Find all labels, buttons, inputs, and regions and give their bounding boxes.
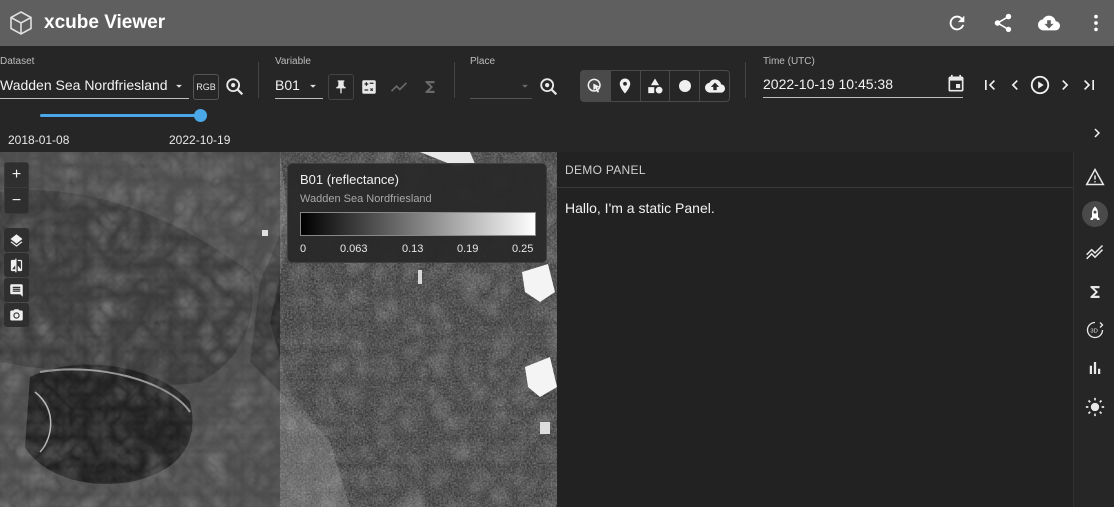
rgb-button[interactable]: RGB bbox=[193, 74, 219, 100]
sidebar-item-timeseries[interactable] bbox=[1082, 240, 1108, 266]
sigma-icon bbox=[1090, 286, 1100, 298]
dataset-label: Dataset bbox=[0, 56, 35, 67]
time-input[interactable]: 2022-10-19 10:45:38 bbox=[763, 76, 893, 92]
control-bar: Dataset Wadden Sea Nordfriesland RGB Var… bbox=[0, 46, 1114, 152]
select-mode-button[interactable] bbox=[581, 71, 611, 101]
variable-label: Variable bbox=[275, 56, 311, 67]
circle-icon bbox=[678, 80, 691, 92]
chevron-down-icon[interactable] bbox=[306, 79, 320, 93]
rocket-icon bbox=[1090, 206, 1100, 220]
pin-icon bbox=[336, 80, 346, 94]
sidebar-item-brightness[interactable] bbox=[1082, 394, 1108, 420]
legend-tick: 0.063 bbox=[340, 243, 368, 255]
sidebar-item-3d[interactable]: 3D bbox=[1082, 317, 1108, 343]
share-icon[interactable] bbox=[992, 12, 1014, 34]
cloud-download-icon[interactable] bbox=[1038, 12, 1060, 34]
colorbar-legend[interactable]: B01 (reflectance) Wadden Sea Nordfriesla… bbox=[287, 163, 547, 263]
info-button[interactable] bbox=[4, 278, 29, 302]
first-step-icon[interactable] bbox=[980, 75, 1000, 95]
legend-subtitle: Wadden Sea Nordfriesland bbox=[300, 193, 432, 205]
point-mode-button[interactable] bbox=[611, 71, 641, 101]
colorbar[interactable] bbox=[300, 212, 536, 236]
dataset-select[interactable]: Wadden Sea Nordfriesland bbox=[0, 77, 168, 93]
panel-title: DEMO PANEL bbox=[565, 163, 646, 177]
category-shapes-icon bbox=[648, 78, 663, 94]
more-vert-icon[interactable] bbox=[1085, 12, 1107, 34]
layers-icon bbox=[10, 233, 23, 247]
map-tools bbox=[4, 228, 29, 328]
snapshot-button[interactable] bbox=[4, 303, 29, 327]
sidebar-item-demo[interactable] bbox=[1082, 201, 1108, 227]
time-range-track bbox=[40, 114, 200, 117]
locate-place-icon[interactable] bbox=[538, 76, 560, 98]
locate-dataset-icon[interactable] bbox=[224, 76, 246, 98]
demo-panel: DEMO PANEL Hallo, I'm a static Panel. bbox=[557, 152, 1073, 507]
time-label: Time (UTC) bbox=[763, 56, 815, 67]
panel-content: Hallo, I'm a static Panel. bbox=[565, 200, 715, 216]
interaction-mode-group bbox=[580, 70, 730, 102]
previous-step-icon[interactable] bbox=[1005, 75, 1025, 95]
legend-tick: 0.19 bbox=[457, 243, 479, 255]
layers-button[interactable] bbox=[4, 228, 29, 252]
upload-places-button[interactable] bbox=[700, 71, 729, 101]
right-sidebar: 3D bbox=[1073, 152, 1114, 507]
panel-header: DEMO PANEL bbox=[557, 152, 1073, 188]
zoom-in-button[interactable]: + bbox=[5, 163, 28, 188]
sidebar-item-charts[interactable] bbox=[1082, 355, 1108, 381]
stacked-line-icon bbox=[1086, 244, 1104, 260]
map-view[interactable]: + − B01 (reflectance) Wadden Sea Nordfri… bbox=[0, 152, 557, 507]
chevron-down-icon[interactable] bbox=[172, 79, 186, 93]
warning-icon bbox=[1085, 167, 1105, 186]
select-cursor-icon bbox=[587, 78, 602, 93]
circle-mode-button[interactable] bbox=[670, 71, 701, 101]
bar-chart-icon bbox=[1089, 362, 1101, 374]
pin-variable-button[interactable] bbox=[328, 74, 354, 100]
camera-icon bbox=[10, 308, 23, 320]
app-bar: xcube Viewer bbox=[0, 0, 1114, 46]
chevron-down-icon[interactable] bbox=[518, 79, 532, 93]
next-step-icon[interactable] bbox=[1055, 75, 1075, 95]
timeseries-icon[interactable] bbox=[388, 77, 410, 97]
legend-tick: 0.13 bbox=[402, 243, 424, 255]
split-view-button[interactable] bbox=[4, 253, 29, 277]
last-step-icon[interactable] bbox=[1079, 75, 1099, 95]
sidebar-item-warning[interactable] bbox=[1082, 164, 1108, 190]
compare-icon bbox=[10, 258, 23, 272]
legend-tick: 0 bbox=[300, 243, 307, 255]
legend-tick: 0.25 bbox=[512, 243, 534, 255]
calendar-icon[interactable] bbox=[946, 74, 966, 94]
variable-select[interactable]: B01 bbox=[275, 77, 300, 93]
sigma-icon[interactable] bbox=[421, 77, 439, 97]
svg-text:3D: 3D bbox=[1090, 329, 1097, 335]
legend-title: B01 (reflectance) bbox=[300, 172, 399, 187]
zoom-out-button[interactable]: − bbox=[5, 188, 28, 213]
polygon-mode-button[interactable] bbox=[641, 71, 671, 101]
time-range-thumb[interactable] bbox=[194, 109, 207, 122]
cloud-upload-icon bbox=[704, 79, 725, 93]
zoom-control: + − bbox=[4, 162, 29, 214]
expand-timeline-icon[interactable] bbox=[1088, 124, 1106, 142]
place-label: Place bbox=[470, 56, 496, 67]
app-title: xcube Viewer bbox=[44, 12, 166, 33]
cube-logo-icon bbox=[10, 11, 32, 35]
place-marker-icon bbox=[619, 78, 631, 94]
comment-icon bbox=[10, 283, 23, 297]
time-range-start: 2018-01-08 bbox=[8, 133, 70, 147]
play-icon[interactable] bbox=[1029, 74, 1051, 96]
sidebar-item-statistics[interactable] bbox=[1082, 279, 1108, 305]
calculator-button[interactable] bbox=[358, 74, 380, 100]
brightness-icon bbox=[1085, 397, 1105, 417]
refresh-icon[interactable] bbox=[946, 12, 968, 34]
calculate-icon bbox=[362, 80, 376, 94]
view-3d-icon: 3D bbox=[1086, 321, 1104, 339]
time-range-end: 2022-10-19 bbox=[169, 133, 231, 147]
